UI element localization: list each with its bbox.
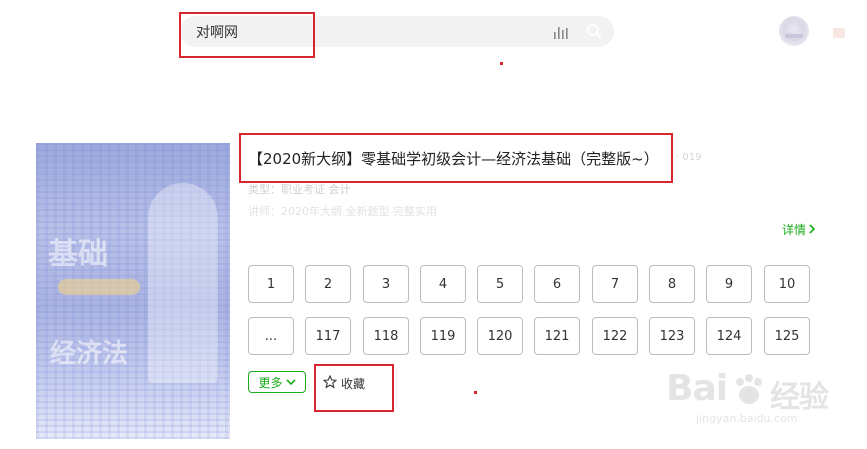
course-type: 类型：职业考证 会计 <box>248 183 351 196</box>
episode-button[interactable]: 5 <box>477 265 523 303</box>
watermark-url: jingyan.baidu.com <box>696 412 798 425</box>
detail-link[interactable]: 详情 <box>782 221 816 238</box>
paw-icon <box>732 374 766 410</box>
annotation-dot <box>500 62 503 65</box>
voice-icon[interactable] <box>552 23 570 41</box>
episode-button[interactable]: 9 <box>706 265 752 303</box>
annotation-box-search <box>179 12 315 58</box>
episode-button[interactable]: 125 <box>764 317 810 355</box>
detail-label: 详情 <box>782 223 807 237</box>
episode-button[interactable]: 7 <box>592 265 638 303</box>
avatar[interactable] <box>779 16 809 46</box>
episode-button[interactable]: 120 <box>477 317 523 355</box>
watermark-brand: Bai <box>666 368 728 409</box>
chevron-down-icon <box>285 375 296 389</box>
episode-button[interactable]: 6 <box>534 265 580 303</box>
episode-button[interactable]: 123 <box>649 317 695 355</box>
episode-button[interactable]: 118 <box>363 317 409 355</box>
episode-button[interactable]: 124 <box>706 317 752 355</box>
episode-button[interactable]: 10 <box>764 265 810 303</box>
cover-text: 基础 <box>48 237 108 272</box>
annotation-box-title <box>239 133 673 183</box>
course-cover-image[interactable]: 基础 经济法 <box>36 143 230 439</box>
cover-badge <box>58 279 140 295</box>
annotation-dot <box>474 391 477 394</box>
baidu-watermark: Bai 经验 jingyan.baidu.com <box>666 368 836 430</box>
course-meta: 讲师：2020年大纲 全新题型 完整实用 <box>248 205 437 218</box>
episode-button[interactable]: 122 <box>592 317 638 355</box>
episode-button[interactable]: 117 <box>305 317 351 355</box>
episode-button[interactable]: 2 <box>305 265 351 303</box>
more-button[interactable]: 更多 <box>248 371 306 393</box>
episode-button[interactable]: 4 <box>420 265 466 303</box>
episode-button[interactable]: ... <box>248 317 294 355</box>
episode-button[interactable]: 119 <box>420 317 466 355</box>
annotation-box-favorite <box>314 364 394 412</box>
more-label: 更多 <box>258 375 283 390</box>
episode-button[interactable]: 1 <box>248 265 294 303</box>
episode-button[interactable]: 3 <box>363 265 409 303</box>
episode-button[interactable]: 8 <box>649 265 695 303</box>
watermark-brand-cn: 经验 <box>770 380 829 415</box>
corner-mark <box>833 28 845 38</box>
chevron-right-icon <box>808 223 816 237</box>
episode-button[interactable]: 121 <box>534 317 580 355</box>
search-icon[interactable] <box>586 23 602 39</box>
cover-text: 经济法 <box>50 339 129 369</box>
cover-figure <box>148 183 218 383</box>
title-tail: · 019 <box>676 152 702 163</box>
